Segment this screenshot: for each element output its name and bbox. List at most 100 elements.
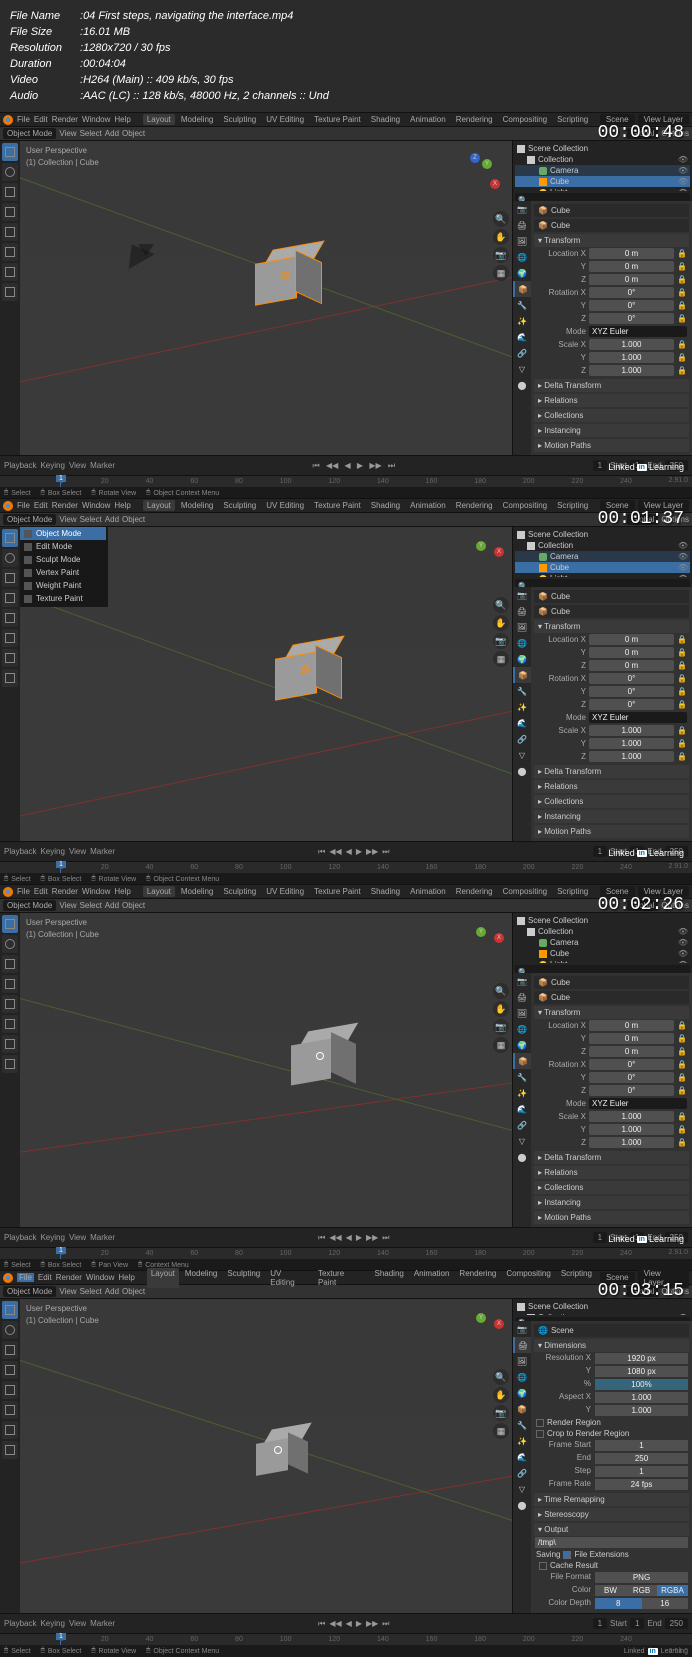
menu-window[interactable]: Window — [86, 1273, 114, 1282]
ptab-data[interactable]: ▽ — [513, 747, 531, 763]
tab-texture[interactable]: Texture Paint — [310, 886, 365, 897]
loc-z[interactable]: 0 m — [589, 274, 674, 285]
menu-add[interactable]: Add — [105, 901, 119, 910]
section-timeremap[interactable]: Time Remapping — [534, 1493, 689, 1506]
tab-texture[interactable]: Texture Paint — [314, 1268, 369, 1288]
menu-render[interactable]: Render — [52, 115, 78, 124]
persp-icon[interactable]: ▦ — [493, 1037, 509, 1053]
current-frame[interactable]: 1 — [593, 846, 607, 857]
tab-layout[interactable]: Layout — [143, 886, 175, 897]
mode-texture[interactable]: Texture Paint — [20, 592, 106, 605]
timeline-track[interactable]: 020406080100120140160180200220240 — [0, 475, 692, 487]
section-transform[interactable]: Transform — [534, 234, 689, 247]
tab-shading[interactable]: Shading — [367, 114, 404, 125]
tab-uv[interactable]: UV Editing — [262, 500, 308, 511]
ptab-particle[interactable]: ✨ — [513, 313, 531, 329]
tool-scale[interactable] — [2, 223, 18, 241]
section-transform[interactable]: Transform — [534, 620, 689, 633]
ptab-material[interactable]: ⬤ — [513, 763, 531, 779]
tab-scripting[interactable]: Scripting — [553, 114, 592, 125]
tab-animation[interactable]: Animation — [406, 500, 450, 511]
menu-object[interactable]: Object — [122, 901, 145, 910]
tab-compositing[interactable]: Compositing — [499, 114, 551, 125]
ptab-modifier[interactable]: 🔧 — [513, 297, 531, 313]
search-input[interactable]: 🔍 — [515, 193, 690, 201]
loc-y[interactable]: 0 m — [589, 647, 674, 658]
cube-object[interactable] — [256, 251, 316, 311]
viewport-3d[interactable]: User Perspective(1) Collection | Cube XY… — [20, 141, 512, 455]
menu-window[interactable]: Window — [82, 887, 110, 896]
timeline-track[interactable]: 020406080100120140160180200220240 — [0, 1247, 692, 1259]
tool-cursor[interactable] — [2, 549, 18, 567]
mode-object[interactable]: Object Mode — [20, 527, 106, 540]
loc-y[interactable]: 0 m — [589, 261, 674, 272]
tool-cursor[interactable] — [2, 935, 18, 953]
navigation-gizmo[interactable]: XYZ — [452, 151, 502, 201]
navigation-gizmo[interactable]: XYZ — [472, 923, 502, 953]
frame-start[interactable]: 1 — [595, 1440, 688, 1451]
ptab-render[interactable]: 📷 — [513, 587, 531, 603]
menu-render[interactable]: Render — [52, 501, 78, 510]
ptab-scene[interactable]: 🌐 — [513, 635, 531, 651]
tool-move[interactable] — [2, 955, 18, 973]
outliner-collection[interactable]: Collection👁 — [515, 540, 690, 551]
crop-check[interactable] — [536, 1430, 544, 1438]
ptab-physics[interactable]: 🌊 — [513, 329, 531, 345]
tool-scale[interactable] — [2, 995, 18, 1013]
tab-modeling[interactable]: Modeling — [177, 886, 217, 897]
outliner-scene[interactable]: Scene Collection — [515, 529, 690, 540]
pan-icon[interactable]: ✋ — [493, 229, 509, 245]
ptab-view[interactable]: 🖼 — [513, 619, 531, 635]
tab-layout[interactable]: Layout — [147, 1268, 179, 1288]
tool-select[interactable] — [2, 915, 18, 933]
rot-z[interactable]: 0° — [589, 699, 674, 710]
scl-z[interactable]: 1.000 — [589, 751, 674, 762]
menu-select[interactable]: Select — [80, 901, 102, 910]
next-key-icon[interactable]: ▶▶ — [367, 461, 383, 470]
scl-x[interactable]: 1.000 — [589, 339, 674, 350]
rot-x[interactable]: 0° — [589, 287, 674, 298]
tab-shading[interactable]: Shading — [367, 500, 404, 511]
outliner-camera[interactable]: Camera👁 — [515, 937, 690, 948]
tab-shading[interactable]: Shading — [367, 886, 404, 897]
jump-start-icon[interactable]: ⏮ — [311, 461, 322, 471]
tool-annotate[interactable] — [2, 263, 18, 281]
outliner-cube[interactable]: Cube👁 — [515, 948, 690, 959]
prev-key-icon[interactable]: ◀◀ — [324, 461, 340, 470]
tl-playback[interactable]: Playback — [4, 847, 36, 856]
cache-check[interactable] — [539, 1562, 547, 1570]
menu-help[interactable]: Help — [114, 115, 130, 124]
menu-add[interactable]: Add — [105, 515, 119, 524]
menu-window[interactable]: Window — [82, 115, 110, 124]
tab-uv[interactable]: UV Editing — [266, 1268, 312, 1288]
menu-object[interactable]: Object — [122, 129, 145, 138]
props-name[interactable]: 📦Cube — [534, 991, 689, 1004]
menu-file[interactable]: File — [17, 115, 30, 124]
tool-transform[interactable] — [2, 629, 18, 647]
frame-rate[interactable]: 24 fps — [595, 1479, 688, 1490]
ptab-object[interactable]: 📦 — [513, 281, 531, 297]
tool-rotate[interactable] — [2, 975, 18, 993]
tool-rotate[interactable] — [2, 203, 18, 221]
res-x[interactable]: 1920 px — [595, 1353, 688, 1364]
tab-sculpting[interactable]: Sculpting — [223, 1268, 264, 1288]
menu-select[interactable]: Select — [80, 515, 102, 524]
tab-sculpting[interactable]: Sculpting — [219, 886, 260, 897]
menu-file[interactable]: File — [17, 501, 30, 510]
section-relations[interactable]: Relations — [534, 780, 689, 793]
tool-move[interactable] — [2, 183, 18, 201]
camera-icon[interactable]: 📷 — [493, 247, 509, 263]
mode-edit[interactable]: Edit Mode — [20, 540, 106, 553]
mode-dropdown[interactable]: Object Mode — [3, 514, 56, 525]
scl-x[interactable]: 1.000 — [589, 725, 674, 736]
search-input[interactable]: 🔍 — [515, 579, 690, 587]
persp-icon[interactable]: ▦ — [493, 651, 509, 667]
tab-texture[interactable]: Texture Paint — [310, 500, 365, 511]
navigation-gizmo[interactable]: XYZ — [472, 537, 502, 567]
depth-8[interactable]: 8 — [595, 1598, 642, 1609]
depth-16[interactable]: 16 — [642, 1598, 689, 1609]
viewport-3d[interactable]: User Perspective(1) Collection | Cube XY… — [20, 1299, 512, 1613]
menu-add[interactable]: Add — [105, 129, 119, 138]
ptab-output[interactable]: 🖨 — [513, 1337, 531, 1353]
tool-move[interactable] — [2, 569, 18, 587]
